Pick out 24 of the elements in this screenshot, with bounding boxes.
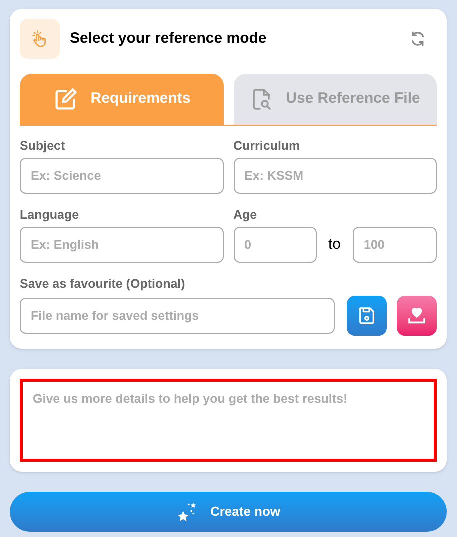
hand-tap-icon [20, 19, 60, 59]
age-to-input[interactable]: 100 [353, 227, 437, 263]
language-input[interactable]: Ex: English [20, 227, 224, 263]
mode-tab[interactable]: Requirements [20, 74, 224, 125]
mode-tab[interactable]: Use Reference File [234, 74, 437, 125]
create-now-button[interactable]: Create now [10, 492, 447, 532]
edit-icon [52, 86, 79, 112]
favourite-button[interactable] [397, 296, 437, 336]
file-name-input[interactable]: File name for saved settings [20, 298, 335, 334]
subject-input[interactable]: Ex: Science [20, 158, 224, 194]
range-separator: to [327, 234, 342, 255]
field-label: Language [20, 207, 80, 224]
card-title: Select your reference mode [70, 28, 267, 49]
save-button[interactable] [347, 296, 387, 336]
field-label: Save as favourite (Optional) [20, 276, 186, 293]
field-label: Curriculum [234, 138, 302, 155]
curriculum-input[interactable]: Ex: KSSM [234, 158, 437, 194]
refresh-icon[interactable] [409, 30, 427, 48]
field-label: Subject [20, 138, 66, 155]
sparkle-stars-icon [176, 501, 198, 523]
heart-tray-icon [407, 306, 427, 326]
age-from-input[interactable]: 0 [234, 227, 316, 263]
details-textarea[interactable]: Give us more details to help you get the best results! [20, 379, 437, 462]
field-label: Age [234, 207, 258, 224]
